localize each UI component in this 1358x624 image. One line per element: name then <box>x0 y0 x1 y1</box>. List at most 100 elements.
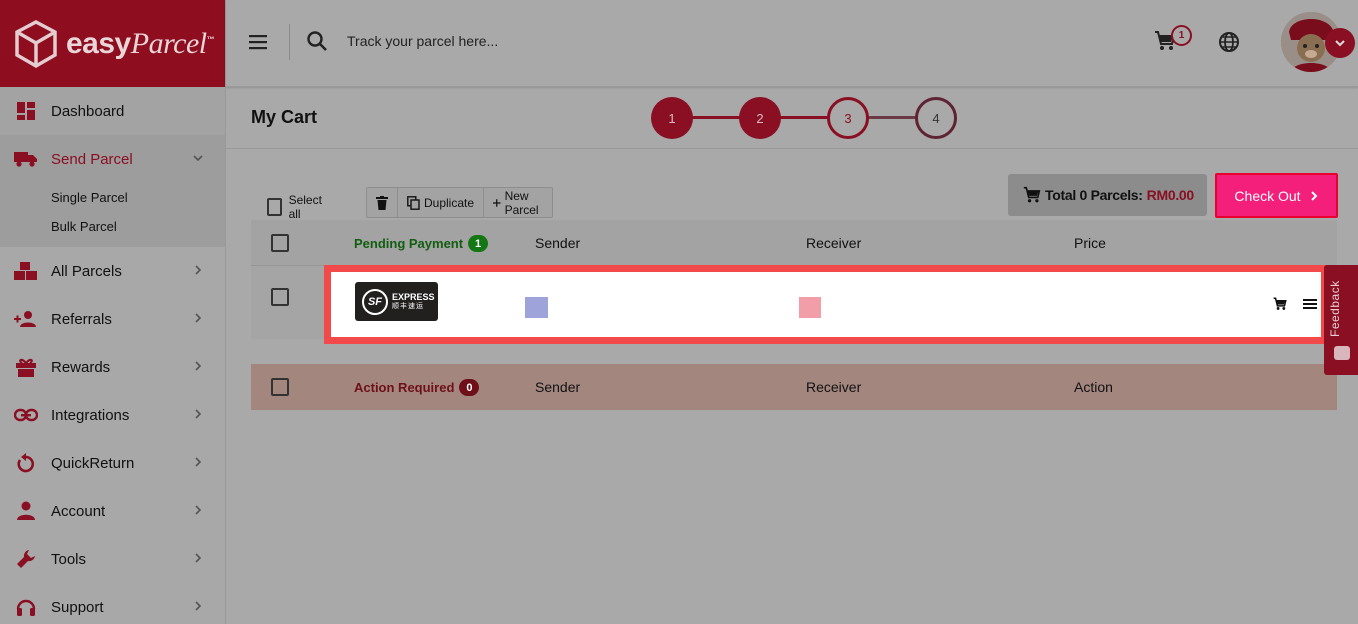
sf-mark-icon: SF <box>362 288 388 315</box>
search-icon[interactable] <box>306 30 328 52</box>
sidebar-item-integrations[interactable]: Integrations <box>0 391 225 439</box>
column-sender: Sender <box>535 379 581 395</box>
page-title: My Cart <box>251 107 318 127</box>
brand-name: easyParcel™ <box>66 26 215 60</box>
action-select-checkbox[interactable] <box>271 378 289 396</box>
profile-dropdown-button[interactable] <box>1325 28 1355 58</box>
page-header: My Cart 1 2 3 4 <box>226 87 1358 149</box>
sidebar-item-referrals[interactable]: Referrals <box>0 295 225 343</box>
chevron-right-icon <box>1310 190 1317 201</box>
pending-payment-title: Pending Payment 1 <box>354 235 489 252</box>
pending-payment-header: Pending Payment 1 Sender Receiver Price <box>251 220 1337 266</box>
pending-select-checkbox[interactable] <box>271 234 289 252</box>
add-user-icon <box>14 307 38 331</box>
new-parcel-label: New Parcel <box>504 188 539 217</box>
sidebar-item-account[interactable]: Account <box>0 487 225 535</box>
select-all[interactable]: Select all <box>267 193 325 221</box>
menu-icon[interactable] <box>248 32 268 52</box>
divider <box>289 24 290 60</box>
chevron-right-icon <box>195 553 202 563</box>
plus-icon <box>493 198 501 207</box>
return-icon <box>14 451 38 475</box>
sidebar: easyParcel™ Dashboard Send Parcel Single… <box>0 0 226 624</box>
add-to-cart-icon[interactable] <box>1273 297 1287 311</box>
total-label: Total 0 Parcels: <box>1045 187 1143 203</box>
parcels-icon <box>14 259 38 283</box>
cart-total-summary: Total 0 Parcels: RM0.00 <box>1008 174 1207 216</box>
copy-icon <box>407 195 420 210</box>
select-all-label: Select all <box>288 193 322 221</box>
truck-icon <box>14 147 38 171</box>
action-required-title: Action Required 0 <box>354 379 480 396</box>
sidebar-item-label: Account <box>51 502 106 520</box>
chevron-right-icon <box>195 265 202 275</box>
user-icon <box>14 499 38 523</box>
pending-count-badge: 1 <box>468 235 489 252</box>
step-4: 4 <box>915 97 957 139</box>
select-all-checkbox[interactable] <box>267 198 282 216</box>
new-parcel-button[interactable]: New Parcel <box>484 188 552 217</box>
highlighted-parcel-row[interactable]: SF EXPRESS 顺丰速运 <box>324 265 1328 344</box>
sidebar-item-send-parcel[interactable]: Send Parcel <box>0 135 225 183</box>
headset-icon <box>14 595 38 619</box>
sidebar-item-label: Integrations <box>51 406 130 424</box>
column-receiver: Receiver <box>806 379 862 395</box>
check-out-button[interactable]: Check Out <box>1215 173 1338 218</box>
column-price: Price <box>1074 235 1106 251</box>
brand-logo[interactable]: easyParcel™ <box>0 0 225 87</box>
chevron-down-icon <box>1335 40 1345 47</box>
sidebar-item-label: Support <box>51 598 104 616</box>
app: easyParcel™ Dashboard Send Parcel Single… <box>0 0 1358 624</box>
sidebar-subitem-bulk-parcel[interactable]: Bulk Parcel <box>51 212 225 241</box>
sidebar-subitem-single-parcel[interactable]: Single Parcel <box>51 183 225 212</box>
sidebar-item-tools[interactable]: Tools <box>0 535 225 583</box>
box-logo-icon <box>15 19 57 68</box>
sidebar-item-support[interactable]: Support <box>0 583 225 624</box>
sidebar-item-dashboard[interactable]: Dashboard <box>0 87 225 135</box>
chevron-down-icon <box>193 155 203 162</box>
dashboard-icon <box>14 99 38 123</box>
courier-logo: SF EXPRESS 顺丰速运 <box>355 282 438 321</box>
total-amount: RM0.00 <box>1146 187 1195 203</box>
sidebar-item-rewards[interactable]: Rewards <box>0 343 225 391</box>
feedback-label: Feedback <box>1328 280 1342 337</box>
sidebar-item-label: Send Parcel <box>51 150 133 168</box>
cart-icon <box>1023 186 1041 203</box>
action-required-header: Action Required 0 Sender Receiver Action <box>251 364 1337 410</box>
step-connector <box>691 116 741 119</box>
step-connector <box>779 116 829 119</box>
sidebar-item-label: Rewards <box>51 358 111 376</box>
track-parcel-input[interactable]: Track your parcel here... <box>347 33 498 49</box>
row-menu-icon[interactable] <box>1303 298 1317 310</box>
feedback-tab[interactable]: Feedback <box>1324 265 1358 375</box>
step-3: 3 <box>827 97 869 139</box>
chevron-right-icon <box>195 313 202 323</box>
sidebar-item-all-parcels[interactable]: All Parcels <box>0 247 225 295</box>
chevron-right-icon <box>195 409 202 419</box>
send-parcel-submenu: Single Parcel Bulk Parcel <box>0 183 225 247</box>
chevron-right-icon <box>195 601 202 611</box>
duplicate-label: Duplicate <box>424 195 475 210</box>
top-bar: Track your parcel here... 1 <box>226 0 1358 87</box>
sidebar-item-label: QuickReturn <box>51 454 135 472</box>
column-sender: Sender <box>535 235 581 251</box>
sidebar-item-label: Tools <box>51 550 87 568</box>
duplicate-button[interactable]: Duplicate <box>398 188 485 217</box>
receiver-redacted <box>799 297 821 318</box>
chevron-right-icon <box>195 361 202 371</box>
check-out-label: Check Out <box>1234 187 1301 204</box>
step-1: 1 <box>651 97 693 139</box>
sidebar-item-label: Dashboard <box>51 102 125 120</box>
row-checkbox[interactable] <box>271 288 289 306</box>
step-2: 2 <box>739 97 781 139</box>
globe-icon[interactable] <box>1218 31 1240 53</box>
sidebar-item-quickreturn[interactable]: QuickReturn <box>0 439 225 487</box>
checkout-stepper: 1 2 3 4 <box>651 97 957 139</box>
sender-redacted <box>525 297 548 318</box>
action-count-badge: 0 <box>459 379 480 396</box>
step-connector <box>867 116 917 119</box>
delete-button[interactable] <box>367 188 398 217</box>
courier-logo-text: EXPRESS 顺丰速运 <box>392 291 435 310</box>
column-action: Action <box>1074 379 1113 395</box>
toolbar-button-group: Duplicate New Parcel <box>366 187 554 218</box>
